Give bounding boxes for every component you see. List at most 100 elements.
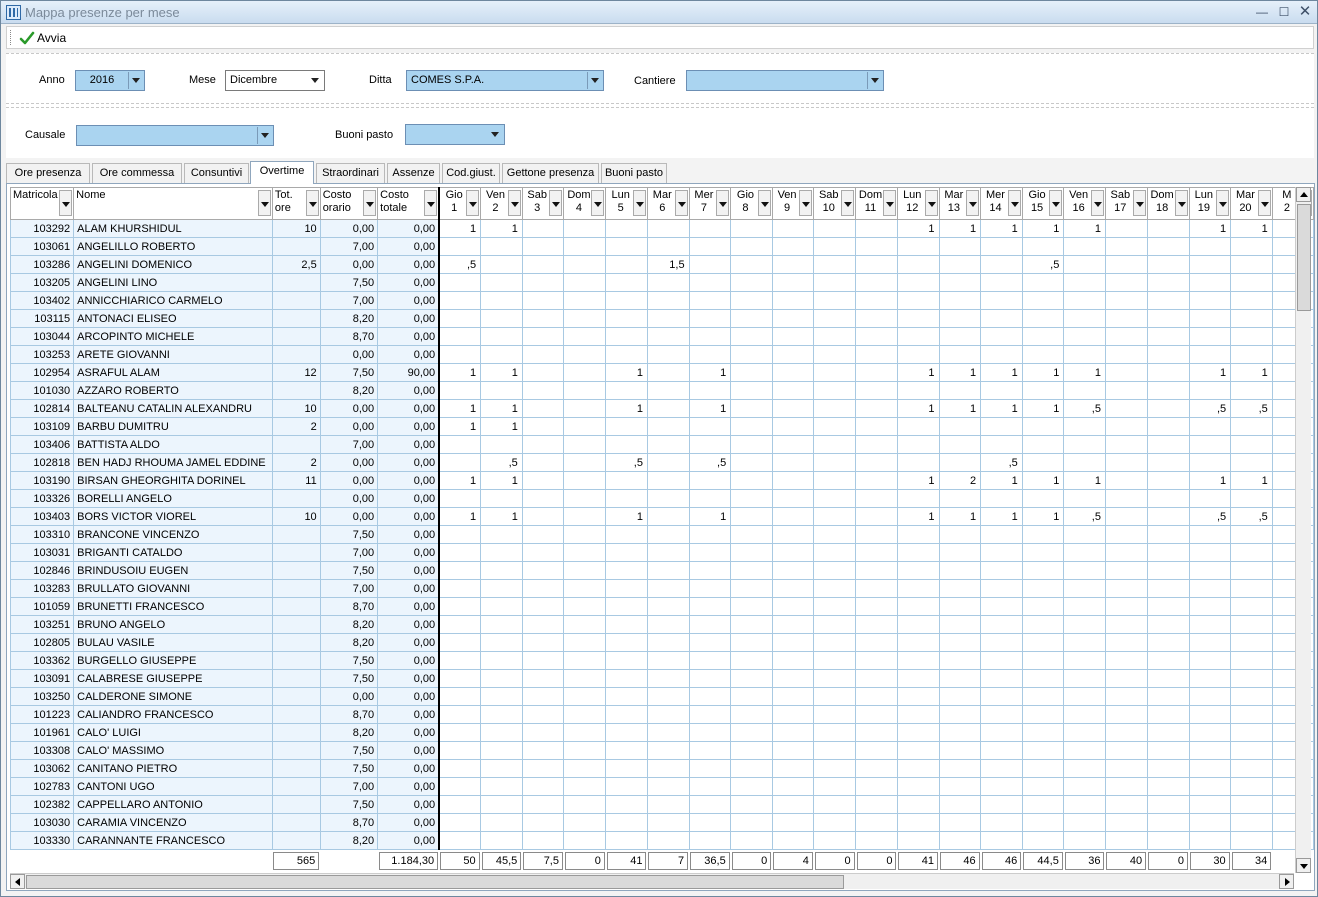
cell-day-value[interactable] [855,327,898,346]
cell-day-value[interactable] [1188,255,1232,274]
cell-day-value[interactable] [1146,255,1190,274]
cell-day-value[interactable] [688,669,732,688]
cell-day-value[interactable] [1188,579,1232,598]
cell-day-value[interactable] [980,417,1023,436]
cell-tot-ore[interactable] [271,795,321,814]
cell-day-value[interactable] [938,273,982,292]
cell-day-value[interactable] [1104,417,1148,436]
cell-matricola[interactable]: 102382 [9,795,75,814]
cell-day-value[interactable] [855,255,898,274]
cell-day-value[interactable] [855,345,898,364]
cell-day-value[interactable] [855,543,898,562]
cell-day-value[interactable] [688,561,732,580]
cell-day-value[interactable]: ,5 [688,453,732,472]
cell-day-value[interactable] [855,417,898,436]
cell-day-value[interactable] [1021,417,1065,436]
cell-day-value[interactable] [688,381,732,400]
cell-day-value[interactable] [605,525,648,544]
cell-day-value[interactable] [813,651,857,670]
cell-day-value[interactable] [1230,291,1273,310]
cell-day-value[interactable] [521,327,565,346]
cell-day-value[interactable] [646,777,690,796]
cell-day-value[interactable] [813,561,857,580]
cell-day-value[interactable] [1188,741,1232,760]
cell-costo-orario[interactable]: 0,00 [319,453,379,472]
cell-day-value[interactable] [855,741,898,760]
cell-day-value[interactable] [438,435,482,454]
cell-day-value[interactable] [438,705,482,724]
cell-day-value[interactable] [855,687,898,706]
cell-day-value[interactable] [938,525,982,544]
cell-day-value[interactable] [771,669,815,688]
cell-day-value[interactable]: 1 [438,471,482,490]
cell-day-value[interactable] [855,381,898,400]
cell-day-value[interactable] [521,309,565,328]
cell-day-value[interactable] [896,381,940,400]
cell-day-value[interactable] [980,273,1023,292]
cell-costo-orario[interactable]: 0,00 [319,417,379,436]
cell-day-value[interactable] [1021,525,1065,544]
cell-day-value[interactable] [855,273,898,292]
cell-day-value[interactable] [938,237,982,256]
cell-day-value[interactable] [771,291,815,310]
cell-day-value[interactable] [1063,291,1106,310]
cell-day-value[interactable] [1063,777,1106,796]
cell-day-value[interactable] [646,669,690,688]
col-header-day[interactable]: Lun 12 [896,187,940,220]
cell-day-value[interactable] [646,219,690,238]
cell-day-value[interactable] [896,813,940,832]
cell-day-value[interactable] [771,327,815,346]
cell-day-value[interactable] [938,345,982,364]
cell-day-value[interactable] [771,723,815,742]
cell-day-value[interactable] [563,345,607,364]
cell-day-value[interactable] [480,561,523,580]
cell-day-value[interactable]: ,5 [480,453,523,472]
cell-tot-ore[interactable]: 10 [271,399,321,418]
cell-tot-ore[interactable] [271,615,321,634]
cell-day-value[interactable] [1188,309,1232,328]
cell-day-value[interactable] [896,669,940,688]
cell-day-value[interactable] [938,813,982,832]
cell-day-value[interactable] [563,417,607,436]
cell-day-value[interactable] [646,615,690,634]
cell-day-value[interactable] [980,345,1023,364]
cell-day-value[interactable] [688,435,732,454]
cell-day-value[interactable] [646,399,690,418]
cell-day-value[interactable] [730,723,773,742]
cell-day-value[interactable] [646,471,690,490]
cell-day-value[interactable] [1021,327,1065,346]
cell-day-value[interactable] [563,795,607,814]
cell-day-value[interactable] [855,777,898,796]
cell-day-value[interactable] [646,345,690,364]
cell-day-value[interactable]: 1 [480,507,523,526]
cell-day-value[interactable] [1146,705,1190,724]
cell-day-value[interactable] [771,309,815,328]
cell-day-value[interactable] [980,759,1023,778]
cell-day-value[interactable] [438,633,482,652]
cell-day-value[interactable] [480,435,523,454]
cell-day-value[interactable] [771,489,815,508]
cell-day-value[interactable] [813,471,857,490]
cell-day-value[interactable] [771,615,815,634]
cell-costo-totale[interactable]: 0,00 [377,399,441,418]
cell-day-value[interactable] [1188,345,1232,364]
cell-day-value[interactable] [1146,687,1190,706]
cell-day-value[interactable] [938,327,982,346]
minimize-icon[interactable]: — [1253,4,1271,20]
cell-costo-totale[interactable]: 0,00 [377,615,441,634]
cell-day-value[interactable] [480,543,523,562]
cell-day-value[interactable]: 1 [438,417,482,436]
cell-day-value[interactable] [1063,759,1106,778]
col-header-day[interactable]: Ven 16 [1063,187,1106,220]
col-header-day[interactable]: Sab 10 [813,187,857,220]
cell-day-value[interactable] [938,543,982,562]
cell-costo-totale[interactable]: 0,00 [377,381,441,400]
cell-day-value[interactable] [1146,741,1190,760]
cell-tot-ore[interactable] [271,309,321,328]
cell-day-value[interactable] [1230,795,1273,814]
cell-day-value[interactable] [980,813,1023,832]
cell-day-value[interactable] [1146,723,1190,742]
cell-day-value[interactable] [605,543,648,562]
tab-ore-commessa[interactable]: Ore commessa [92,163,182,183]
cell-day-value[interactable] [521,525,565,544]
